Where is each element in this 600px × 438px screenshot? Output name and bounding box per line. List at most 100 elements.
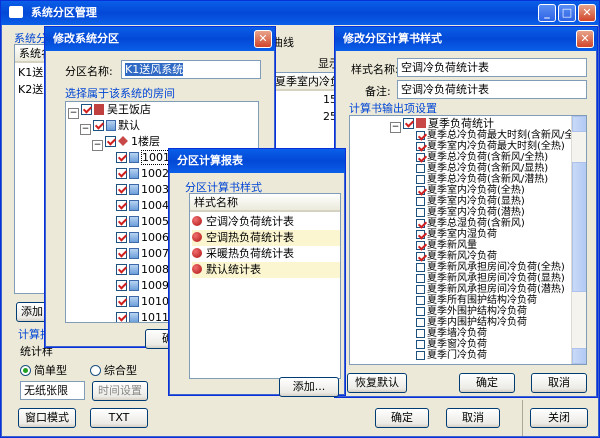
collapse-icon[interactable]: − <box>92 140 103 151</box>
txt-button[interactable]: TXT <box>90 408 148 428</box>
output-check-icon[interactable] <box>416 329 425 338</box>
room-check-icon[interactable] <box>116 232 127 243</box>
style-cancel-button[interactable]: 取消 <box>531 373 587 393</box>
output-item[interactable]: 夏季总冷负荷最大时刻(含新风/全 <box>416 130 574 141</box>
room-check-icon[interactable] <box>116 296 127 307</box>
output-item[interactable]: 夏季室内冷负荷(显热) <box>416 196 525 207</box>
tree-check-icon[interactable] <box>105 136 116 147</box>
output-check-icon[interactable] <box>416 241 425 250</box>
output-check-icon[interactable] <box>416 296 425 305</box>
room-item[interactable]: 1003 <box>116 182 169 198</box>
room-check-icon[interactable] <box>116 248 127 259</box>
report-list[interactable]: 样式名称 空调冷负荷统计表 空调热负荷统计表 采暖热负荷统计表 默认统计表 <box>189 193 341 379</box>
report-item-1[interactable]: 空调冷负荷统计表 <box>192 214 340 230</box>
radio-combined[interactable]: 综合型 <box>90 362 137 378</box>
room-item[interactable]: 1011 <box>116 310 169 322</box>
maximize-icon[interactable]: □ <box>558 4 576 22</box>
output-item[interactable]: 夏季墙冷负荷 <box>416 328 487 339</box>
close-icon[interactable]: ✕ <box>578 4 596 22</box>
room-item[interactable]: 1007 <box>116 246 169 262</box>
tree-root[interactable]: − 吴王饭店 <box>68 102 151 119</box>
room-check-icon[interactable] <box>116 216 127 227</box>
output-check-icon[interactable] <box>416 219 425 228</box>
output-item[interactable]: 夏季室内冷负荷(全热) <box>416 185 525 196</box>
output-check-icon[interactable] <box>416 197 425 206</box>
output-check-icon[interactable] <box>416 340 425 349</box>
output-check-icon[interactable] <box>416 274 425 283</box>
output-check-icon[interactable] <box>416 263 425 272</box>
output-item[interactable]: 夏季新风承担房间冷负荷(潜热) <box>416 284 565 295</box>
output-item[interactable]: 夏季门冷负荷 <box>416 350 487 361</box>
limit-select[interactable]: 无纸张限 <box>20 381 85 400</box>
output-item[interactable]: 夏季内围护结构冷负荷 <box>416 317 527 328</box>
output-item[interactable]: 夏季新风量 <box>416 240 477 251</box>
collapse-icon[interactable]: − <box>390 122 401 133</box>
output-item[interactable]: 夏季总湿负荷(含新风) <box>416 218 525 229</box>
output-tree[interactable]: − 夏季负荷统计 夏季总冷负荷最大时刻(含新风/全 夏季室内冷负荷最大时刻(全热) 夏… <box>349 115 587 365</box>
window-mode-button[interactable]: 窗口模式 <box>18 408 76 428</box>
room-check-icon[interactable] <box>116 264 127 275</box>
collapse-icon[interactable]: − <box>68 108 79 119</box>
output-item[interactable]: 夏季所有围护结构冷负荷 <box>416 295 537 306</box>
root-check-icon[interactable] <box>403 118 414 129</box>
room-item[interactable]: 1002 <box>116 166 169 182</box>
output-check-icon[interactable] <box>416 318 425 327</box>
room-check-icon[interactable] <box>116 280 127 291</box>
output-item[interactable]: 夏季总冷负荷(含新风/潜热) <box>416 174 548 185</box>
output-item[interactable]: 夏季窗冷负荷 <box>416 339 487 350</box>
tree-floor[interactable]: − 1楼层 <box>92 134 160 151</box>
tree-default[interactable]: − 默认 <box>80 118 140 135</box>
report-item-2[interactable]: 空调热负荷统计表 <box>192 230 340 246</box>
tree-check-icon[interactable] <box>81 104 92 115</box>
system-dialog-close-icon[interactable]: ✕ <box>254 30 272 48</box>
output-check-icon[interactable] <box>416 252 425 261</box>
time-settings-button[interactable]: 时间设置 <box>92 381 148 401</box>
report-add-button[interactable]: 添加... <box>279 377 339 397</box>
output-check-icon[interactable] <box>416 351 425 360</box>
output-check-icon[interactable] <box>416 131 425 140</box>
room-check-icon[interactable] <box>116 312 127 322</box>
main-cancel-button[interactable]: 取消 <box>446 408 500 428</box>
report-item-4[interactable]: 默认统计表 <box>192 262 340 278</box>
output-check-icon[interactable] <box>416 175 425 184</box>
room-item[interactable]: 1008 <box>116 262 169 278</box>
system-list[interactable]: 系统名 K1送风 K2送风 <box>14 44 48 294</box>
system-dialog-title-bar[interactable]: 修改系统分区 ✕ <box>45 27 275 51</box>
scroll-up-icon[interactable] <box>572 116 586 132</box>
room-item[interactable]: 1010 <box>116 294 169 310</box>
output-check-icon[interactable] <box>416 307 425 316</box>
style-dialog-close-icon[interactable]: ✕ <box>576 30 594 48</box>
scroll-thumb[interactable] <box>572 162 586 292</box>
output-check-icon[interactable] <box>416 142 425 151</box>
output-item[interactable]: 夏季新风承担房间冷负荷(全热) <box>416 262 565 273</box>
partition-name-input[interactable]: K1送风系统 <box>121 60 261 79</box>
output-item[interactable]: 夏季室内冷负荷最大时刻(全热) <box>416 141 565 152</box>
output-item[interactable]: 夏季新风承担房间冷负荷(显热) <box>416 273 565 284</box>
minimize-icon[interactable]: _ <box>538 4 556 22</box>
room-item[interactable]: 1006 <box>116 230 169 246</box>
output-check-icon[interactable] <box>416 164 425 173</box>
close-button[interactable]: 关闭 <box>530 408 588 428</box>
output-item[interactable]: 夏季室内湿负荷 <box>416 229 497 240</box>
output-check-icon[interactable] <box>416 186 425 195</box>
note-input[interactable]: 空调冷负荷统计表 <box>397 80 587 99</box>
report-dialog-title-bar[interactable]: 分区计算报表 <box>169 149 345 173</box>
room-item[interactable]: 1004 <box>116 198 169 214</box>
output-item[interactable]: 夏季新风冷负荷 <box>416 251 497 262</box>
restore-default-button[interactable]: 恢复默认 <box>347 373 407 393</box>
output-check-icon[interactable] <box>416 153 425 162</box>
room-check-icon[interactable] <box>116 184 127 195</box>
output-item[interactable]: 夏季总冷负荷(含新风/全热) <box>416 152 548 163</box>
output-check-icon[interactable] <box>416 285 425 294</box>
scroll-down-icon[interactable] <box>572 348 586 364</box>
main-ok-button[interactable]: 确定 <box>375 408 429 428</box>
report-item-3[interactable]: 采暖热负荷统计表 <box>192 246 340 262</box>
output-scrollbar[interactable] <box>571 116 586 364</box>
output-check-icon[interactable] <box>416 230 425 239</box>
output-check-icon[interactable] <box>416 208 425 217</box>
radio-simple[interactable]: 简单型 <box>20 362 67 378</box>
style-name-input[interactable]: 空调冷负荷统计表 <box>397 58 587 77</box>
output-item[interactable]: 夏季总冷负荷(含新风/显热) <box>416 163 548 174</box>
room-check-icon[interactable] <box>116 168 127 179</box>
room-item[interactable]: 1009 <box>116 278 169 294</box>
